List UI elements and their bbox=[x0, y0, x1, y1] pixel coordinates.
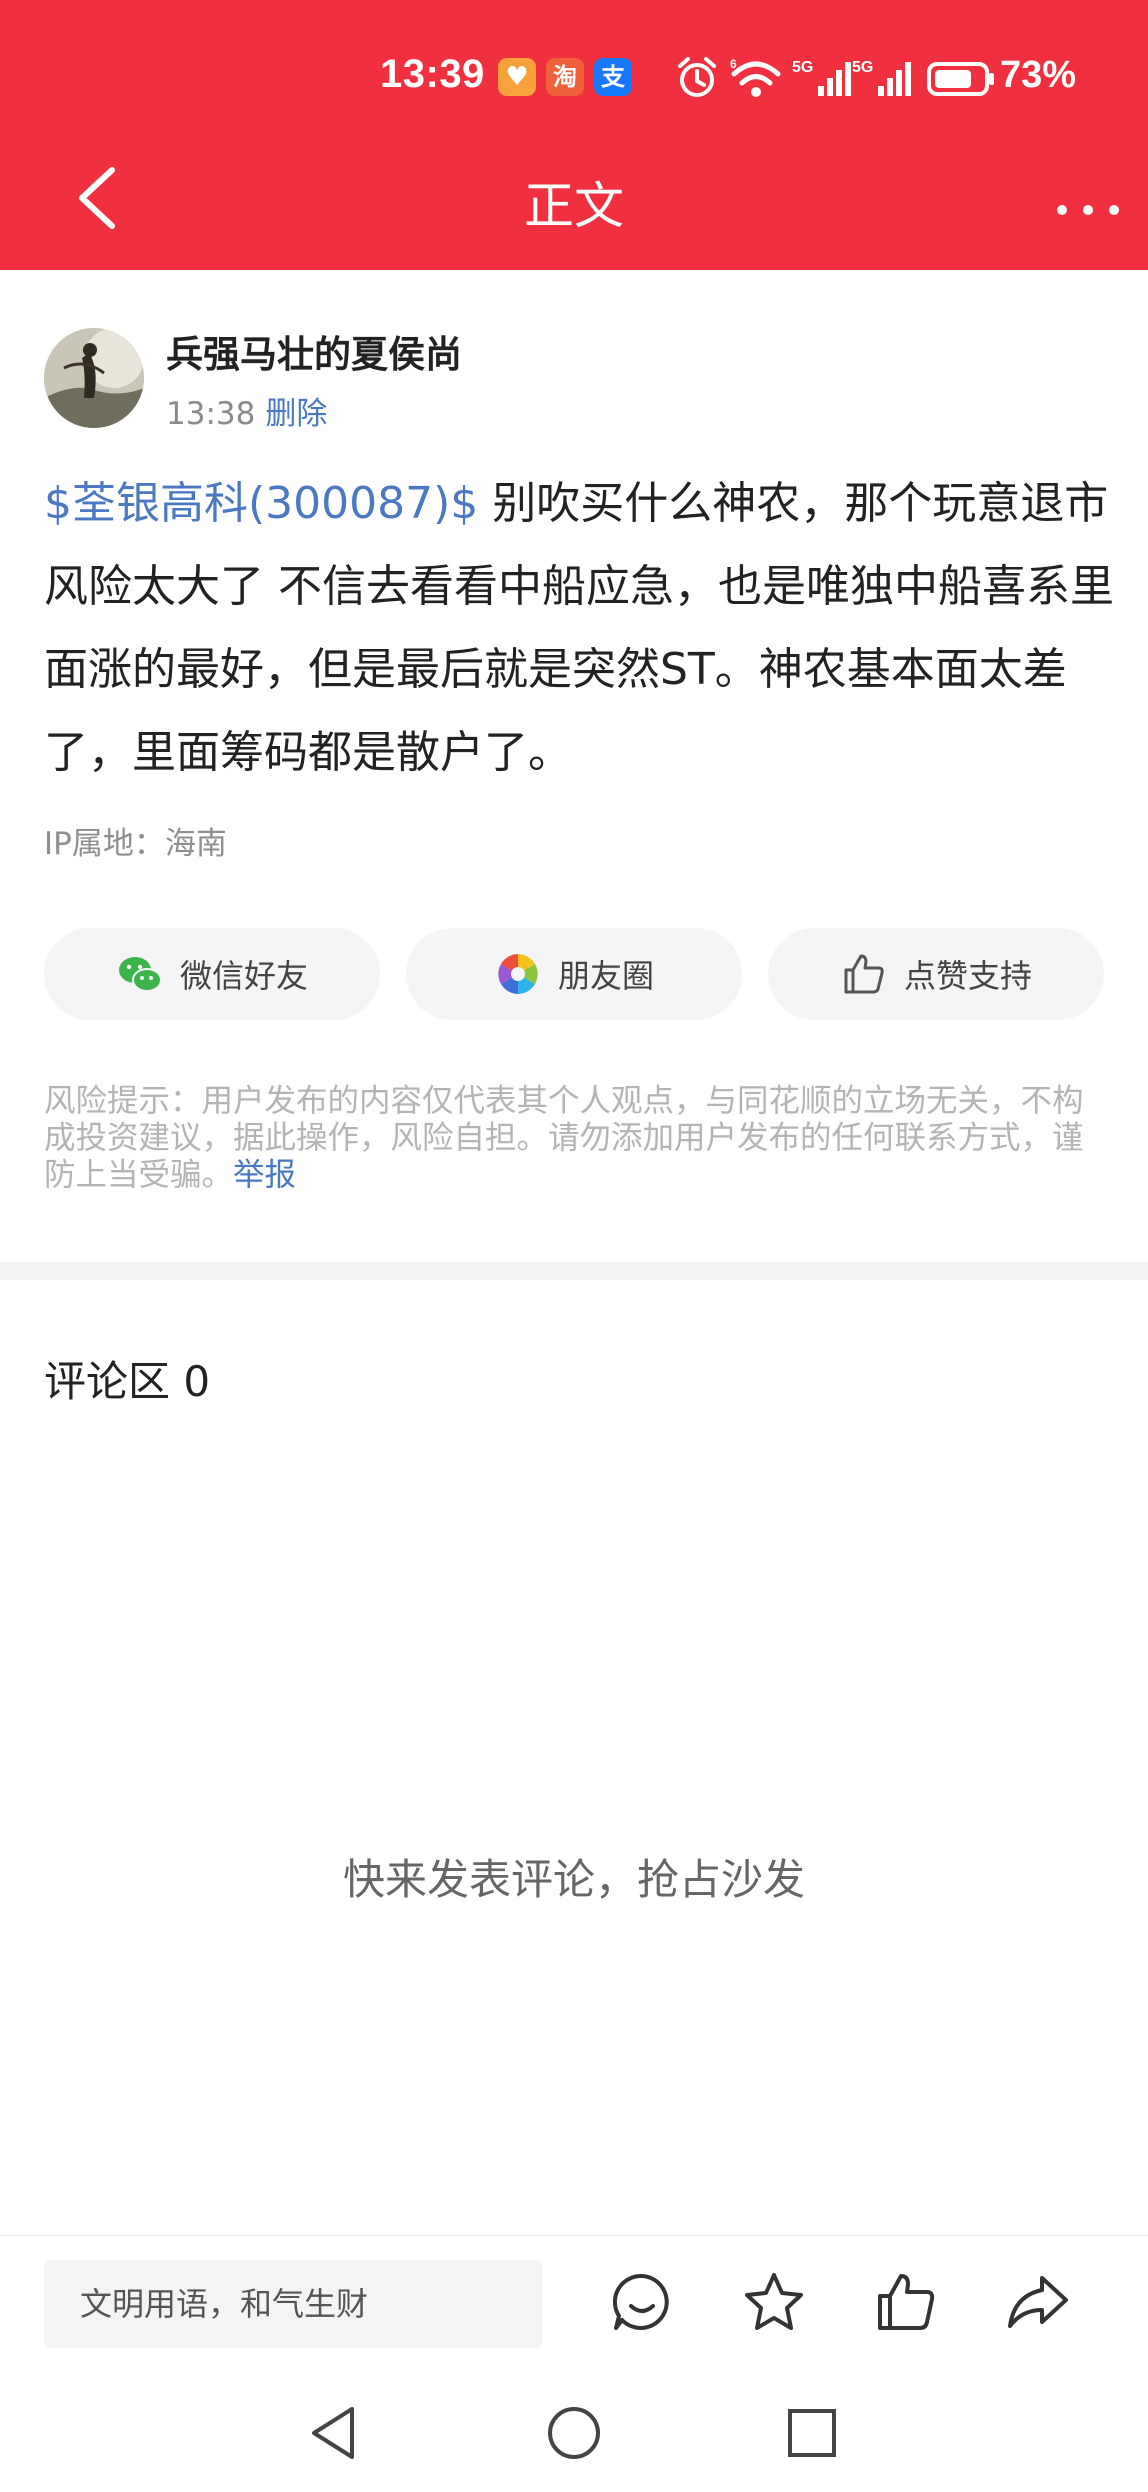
like-support-label: 点赞支持 bbox=[903, 957, 1032, 995]
post-meta: 13:38 删除 bbox=[166, 388, 327, 433]
more-button[interactable] bbox=[1048, 164, 1128, 234]
svg-text:5G: 5G bbox=[792, 59, 813, 76]
share-wechat-button[interactable]: 微信好友 bbox=[44, 928, 380, 1020]
like-support-button[interactable]: 点赞支持 bbox=[768, 928, 1104, 1020]
wechat-icon bbox=[118, 957, 162, 992]
svg-text:5G: 5G bbox=[852, 59, 873, 76]
share-wechat-label: 微信好友 bbox=[179, 957, 308, 995]
bottom-action-bar bbox=[0, 2235, 1148, 2370]
system-home-icon[interactable] bbox=[542, 2401, 606, 2465]
share-moments-button[interactable]: 朋友圈 bbox=[406, 928, 742, 1020]
cellular-signal-2-icon: 5G bbox=[852, 59, 911, 96]
star-icon[interactable] bbox=[742, 2270, 806, 2334]
alipay-app-icon: 支 bbox=[594, 58, 632, 96]
post-content: $荃银高科(300087)$ 别吹买什么神农，那个玩意退市风险太大了 不信去看看… bbox=[44, 462, 1114, 794]
wifi-icon: 6 bbox=[730, 57, 781, 97]
status-time: 13:39 bbox=[380, 52, 485, 96]
post-time: 13:38 bbox=[166, 396, 256, 432]
shield-heart-app-icon: ♥ bbox=[498, 58, 536, 96]
cellular-signal-icon: 5G bbox=[792, 59, 851, 96]
comment-icon[interactable] bbox=[610, 2270, 674, 2334]
taobao-app-icon: 淘 bbox=[546, 58, 584, 96]
nav-bar: 正文 bbox=[0, 150, 1148, 246]
stock-tag-link[interactable]: $荃银高科(300087)$ bbox=[44, 478, 478, 529]
comment-input[interactable] bbox=[44, 2260, 542, 2348]
author-name[interactable]: 兵强马壮的夏侯尚 bbox=[166, 324, 462, 378]
moments-icon bbox=[498, 954, 538, 994]
report-link[interactable]: 举报 bbox=[233, 1157, 296, 1193]
empty-comments-hint: 快来发表评论，抢占沙发 bbox=[342, 1855, 805, 1904]
author-avatar[interactable] bbox=[44, 328, 144, 428]
avatar-image bbox=[44, 328, 144, 428]
thumbs-up-icon[interactable] bbox=[874, 2270, 938, 2334]
ip-location: IP属地：海南 bbox=[44, 826, 227, 862]
status-bar: 13:39 ♥ 淘 支 6 5G 5G 73% bbox=[0, 48, 1148, 112]
share-moments-label: 朋友圈 bbox=[557, 957, 654, 995]
system-recents-icon[interactable] bbox=[780, 2401, 844, 2465]
app-header: 13:39 ♥ 淘 支 6 5G 5G 73% 正文 bbox=[0, 0, 1148, 270]
battery-icon bbox=[927, 62, 994, 96]
svg-text:6: 6 bbox=[730, 57, 737, 71]
comment-section-title: 评论区 0 bbox=[44, 1357, 211, 1406]
risk-disclaimer: 风险提示：用户发布的内容仅代表其个人观点，与同花顺的立场无关，不构成投资建议，据… bbox=[44, 1083, 1108, 1194]
alarm-icon bbox=[678, 57, 716, 97]
page-title: 正文 bbox=[524, 177, 624, 235]
more-dots-icon bbox=[1057, 205, 1119, 215]
delete-button[interactable]: 删除 bbox=[265, 396, 327, 432]
system-navigation-bar bbox=[0, 2369, 1148, 2492]
share-icon[interactable] bbox=[1006, 2270, 1070, 2334]
system-back-icon[interactable] bbox=[302, 2401, 366, 2465]
battery-percent: 73% bbox=[1000, 54, 1077, 96]
thumbs-up-icon bbox=[844, 954, 884, 994]
disclaimer-text: 风险提示：用户发布的内容仅代表其个人观点，与同花顺的立场无关，不构成投资建议，据… bbox=[44, 1083, 1084, 1193]
section-divider bbox=[0, 1262, 1148, 1280]
